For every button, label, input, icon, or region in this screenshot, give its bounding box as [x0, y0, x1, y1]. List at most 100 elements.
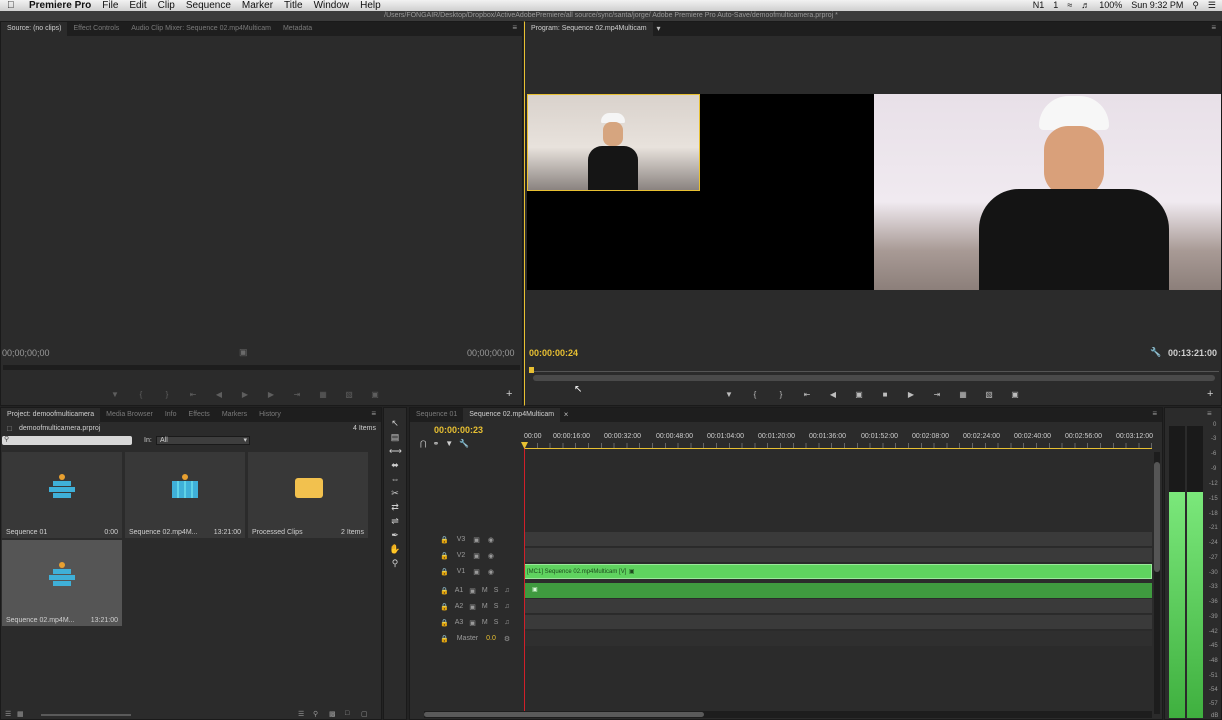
- source-timecode-left[interactable]: 00;00;00;00: [2, 348, 50, 358]
- new-bin-icon[interactable]: ☰: [298, 710, 304, 718]
- track-v3[interactable]: [524, 532, 1152, 547]
- menu-app-name[interactable]: Premiere Pro: [29, 0, 91, 11]
- timeline-ruler[interactable]: [524, 443, 1152, 449]
- slip-tool-icon[interactable]: ⇄: [389, 501, 401, 513]
- project-item-sequence-01[interactable]: Sequence 01 0:00: [2, 452, 122, 538]
- film-icon[interactable]: ▣: [473, 536, 480, 544]
- lock-icon[interactable]: 🔒: [440, 536, 449, 544]
- tab-program[interactable]: Program: Sequence 02.mp4Multicam: [525, 22, 653, 36]
- panel-menu-icon[interactable]: ≡: [371, 409, 376, 418]
- vertical-scrollbar[interactable]: [1154, 452, 1160, 714]
- trash-icon[interactable]: ▢: [361, 710, 368, 718]
- rate-stretch-tool-icon[interactable]: ⇔: [389, 473, 401, 485]
- mute-button[interactable]: M: [482, 587, 488, 594]
- solo-button[interactable]: S: [494, 619, 499, 626]
- project-search-input[interactable]: ⚲: [2, 436, 132, 445]
- insert-icon[interactable]: ▦: [317, 390, 329, 400]
- tab-history[interactable]: History: [253, 408, 287, 422]
- tab-media-browser[interactable]: Media Browser: [100, 408, 159, 422]
- hand-tool-icon[interactable]: ✋: [389, 543, 401, 555]
- find-icon[interactable]: ⚲: [313, 710, 318, 718]
- list-view-icon[interactable]: ☰: [5, 710, 11, 718]
- speaker-icon[interactable]: ▣: [469, 603, 476, 611]
- zoom-tool-icon[interactable]: ⚲: [389, 557, 401, 569]
- new-item-icon[interactable]: □: [345, 710, 349, 717]
- solo-button[interactable]: S: [494, 603, 499, 610]
- project-item-sequence-02-multicam[interactable]: Sequence 02.mp4M... 13:21:00: [125, 452, 245, 538]
- in-dropdown[interactable]: All ▾: [156, 436, 250, 445]
- lock-icon[interactable]: 🔒: [440, 635, 449, 643]
- mark-out-icon[interactable]: }: [161, 390, 173, 400]
- play-in-to-out-icon[interactable]: ▣: [853, 390, 865, 400]
- lock-icon[interactable]: 🔒: [440, 568, 449, 576]
- close-icon[interactable]: ×: [560, 410, 572, 420]
- tab-audio-clip-mixer[interactable]: Audio Clip Mixer: Sequence 02.mp4Multica…: [125, 22, 277, 36]
- slide-tool-icon[interactable]: ⇌: [389, 515, 401, 527]
- timeline-timecode[interactable]: 00:00:00:23: [434, 425, 483, 435]
- multicam-angle-1-preview[interactable]: [527, 94, 700, 191]
- mark-in-icon[interactable]: {: [749, 390, 761, 400]
- tab-markers[interactable]: Markers: [216, 408, 253, 422]
- add-marker-icon[interactable]: ▼: [445, 439, 453, 448]
- wrench-icon[interactable]: 🔧: [459, 439, 469, 448]
- menu-window[interactable]: Window: [314, 0, 350, 11]
- menu-clip[interactable]: Clip: [158, 0, 175, 11]
- lock-icon[interactable]: 🔒: [440, 619, 449, 627]
- track-select-tool-icon[interactable]: ▤: [389, 431, 401, 443]
- notification-icon[interactable]: ☰: [1208, 0, 1216, 11]
- speaker-icon[interactable]: ▣: [469, 619, 476, 627]
- status-1[interactable]: 1: [1053, 0, 1058, 11]
- step-back-icon[interactable]: ◀: [827, 390, 839, 400]
- battery-percent[interactable]: 100%: [1099, 0, 1122, 11]
- menu-sequence[interactable]: Sequence: [186, 0, 231, 11]
- tab-metadata[interactable]: Metadata: [277, 22, 318, 36]
- project-item-processed-clips[interactable]: Processed Clips 2 Items: [248, 452, 368, 538]
- go-to-in-icon[interactable]: ⇤: [801, 390, 813, 400]
- mic-icon[interactable]: ♫: [504, 587, 509, 594]
- lock-icon[interactable]: 🔒: [440, 587, 449, 595]
- project-item-sequence-02-selected[interactable]: Sequence 02.mp4M... 13:21:00: [2, 540, 122, 626]
- go-to-out-icon[interactable]: ⇥: [291, 390, 303, 400]
- track-a1-clip[interactable]: ▣: [524, 583, 1152, 598]
- panel-menu-icon[interactable]: ≡: [512, 23, 517, 32]
- new-folder-icon[interactable]: ▩: [329, 710, 336, 718]
- wrench-icon[interactable]: 🔧: [1150, 347, 1161, 358]
- step-back-icon[interactable]: ◀: [213, 390, 225, 400]
- playhead[interactable]: [524, 442, 525, 712]
- spotlight-icon[interactable]: ⚲: [1192, 0, 1199, 11]
- panel-menu-icon[interactable]: ≡: [1211, 23, 1216, 32]
- stop-icon[interactable]: ■: [879, 390, 891, 400]
- ripple-edit-tool-icon[interactable]: ⟷: [389, 445, 402, 457]
- volume-icon[interactable]: ♬: [1081, 0, 1090, 11]
- menu-file[interactable]: File: [102, 0, 118, 11]
- mic-icon[interactable]: ♫: [504, 619, 509, 626]
- panel-menu-icon[interactable]: ≡: [1207, 409, 1212, 418]
- pen-tool-icon[interactable]: ✒: [389, 529, 401, 541]
- panel-menu-icon[interactable]: ≡: [1152, 409, 1157, 418]
- tab-effect-controls[interactable]: Effect Controls: [67, 22, 125, 36]
- export-frame-icon[interactable]: ▣: [1009, 390, 1021, 400]
- tab-info[interactable]: Info: [159, 408, 183, 422]
- program-playhead-marker[interactable]: [529, 367, 534, 373]
- apple-icon[interactable]: : [7, 0, 15, 11]
- add-button-icon[interactable]: +: [1207, 388, 1213, 400]
- export-frame-icon[interactable]: ▣: [369, 390, 381, 400]
- track-v1-clip[interactable]: [MC1] Sequence 02.mp4Multicam [V] ▣: [524, 564, 1152, 579]
- extract-icon[interactable]: ▧: [983, 390, 995, 400]
- mute-button[interactable]: M: [482, 619, 488, 626]
- master-knob-icon[interactable]: ⚙: [504, 635, 510, 643]
- menu-title[interactable]: Title: [284, 0, 303, 11]
- solo-button[interactable]: S: [494, 587, 499, 594]
- track-a2[interactable]: [524, 599, 1152, 614]
- track-v2[interactable]: [524, 548, 1152, 563]
- linked-selection-icon[interactable]: ⚭: [433, 439, 440, 448]
- eye-icon[interactable]: ◉: [488, 536, 494, 544]
- clock[interactable]: Sun 9:32 PM: [1131, 0, 1183, 11]
- mute-button[interactable]: M: [482, 603, 488, 610]
- mark-in-icon[interactable]: {: [135, 390, 147, 400]
- program-tab-dropdown-icon[interactable]: ▾: [653, 24, 665, 34]
- eye-icon[interactable]: ◉: [488, 568, 494, 576]
- tab-source[interactable]: Source: (no clips): [1, 22, 68, 36]
- snap-icon[interactable]: ⋂: [420, 439, 427, 448]
- add-button-icon[interactable]: +: [506, 388, 512, 400]
